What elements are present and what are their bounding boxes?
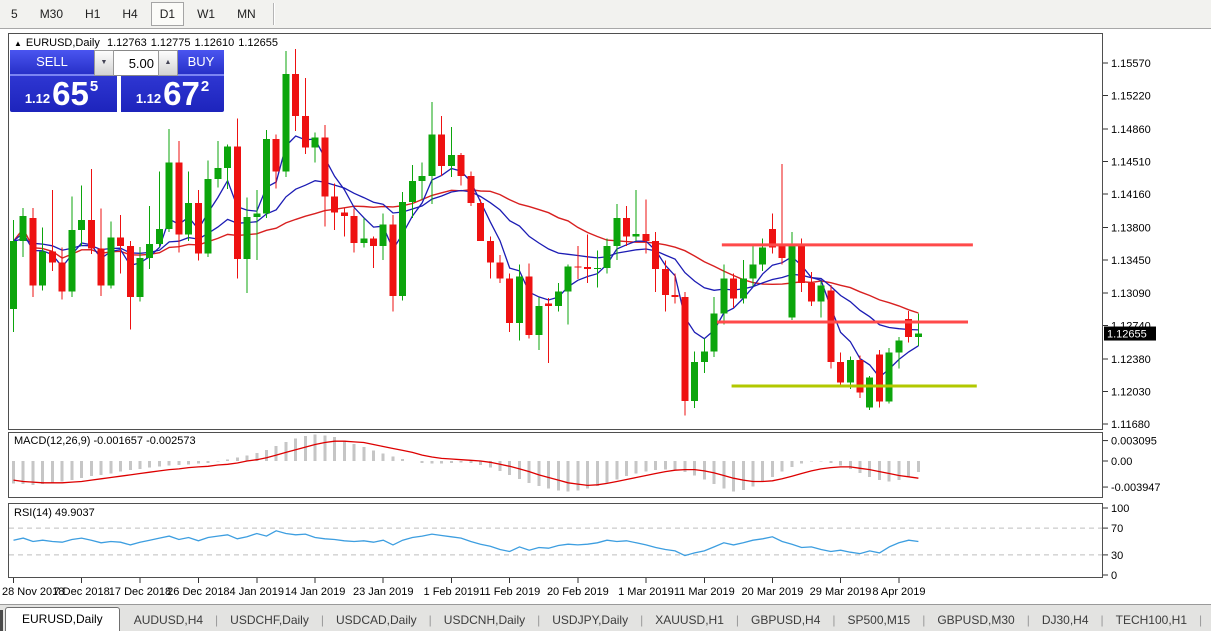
toolbar-separator <box>272 3 275 25</box>
date-axis-label: 4 Jan 2019 <box>230 586 284 598</box>
one-click-trade-panel: SELL ▼ ▲ BUY 1.12 65 5 1.12 67 2 <box>10 50 224 112</box>
price-axis-label: 1.13450 <box>1111 255 1151 267</box>
rsi-axis-label: 30 <box>1111 550 1123 562</box>
date-axis-label: 7 Dec 2018 <box>53 586 109 598</box>
date-axis-label: 11 Mar 2019 <box>674 586 735 598</box>
date-axis-label: 28 Nov 2018 <box>2 586 64 598</box>
tab-dj30-h4[interactable]: DJ30,H4 <box>1030 609 1101 631</box>
macd-axis-label: 0.003095 <box>1111 436 1157 448</box>
price-axis-label: 1.15570 <box>1111 58 1151 70</box>
price-axis-label: 1.12740 <box>1111 321 1151 333</box>
tab-stub <box>0 610 3 631</box>
tab-usdcad-daily[interactable]: USDCAD,Daily <box>324 609 429 631</box>
chevron-up-icon: ▲ <box>164 59 172 66</box>
ohlc-high: 1.12775 <box>150 37 191 49</box>
tab-gbpusd-h4[interactable]: GBPUSD,H4 <box>739 609 832 631</box>
chart-header: ▲ EURUSD,Daily 1.12763 1.12775 1.12610 1.126… <box>14 37 282 49</box>
price-axis-label: 1.14510 <box>1111 156 1151 168</box>
price-axis-label: 1.14160 <box>1111 189 1151 201</box>
price-axis-label: 1.14860 <box>1111 124 1151 136</box>
chevron-down-icon: ▼ <box>100 59 108 66</box>
price-axis-label: 1.13090 <box>1111 288 1151 300</box>
ask-pip-digit: 2 <box>200 78 210 95</box>
date-axis-label: 1 Feb 2019 <box>424 586 480 598</box>
tab-uko[interactable]: UKO <box>1202 609 1211 631</box>
symbol-triangle-icon: ▲ <box>14 39 22 48</box>
macd-axis-label: 0.00 <box>1111 456 1132 468</box>
price-axis-label: 1.15220 <box>1111 91 1151 103</box>
period-button-d1[interactable]: D1 <box>150 2 185 26</box>
sell-button[interactable]: SELL <box>10 50 94 76</box>
volume-decrease-button[interactable]: ▼ <box>94 50 114 76</box>
period-button-h1[interactable]: H1 <box>76 2 109 26</box>
date-axis-label: 11 Feb 2019 <box>479 586 540 598</box>
ask-price[interactable]: 1.12 67 2 <box>117 76 224 112</box>
current-price-label: 1.12655 <box>1107 329 1147 341</box>
macd-axis-label: -0.003947 <box>1111 482 1161 494</box>
bid-price[interactable]: 1.12 65 5 <box>10 76 113 112</box>
macd-pane[interactable] <box>8 432 1103 498</box>
date-axis-label: 14 Jan 2019 <box>285 586 346 598</box>
date-axis-label: 1 Mar 2019 <box>618 586 674 598</box>
period-button-5[interactable]: 5 <box>2 2 27 26</box>
ask-big-digits: 67 <box>163 75 200 112</box>
ohlc-low: 1.12610 <box>194 37 235 49</box>
bid-pip-digit: 5 <box>89 78 99 95</box>
buy-button[interactable]: BUY <box>178 50 224 76</box>
date-axis-label: 20 Mar 2019 <box>742 586 804 598</box>
period-button-w1[interactable]: W1 <box>188 2 224 26</box>
mt4-window: 5 M30 H1 H4 D1 W1 MN ▲ EURUSD,Daily 1.12763 1.12… <box>0 0 1211 631</box>
tab-usdjpy-daily[interactable]: USDJPY,Daily <box>540 609 640 631</box>
tab-usdcnh-daily[interactable]: USDCNH,Daily <box>432 609 537 631</box>
price-axis-label: 1.11680 <box>1111 419 1150 431</box>
bid-prefix: 1.12 <box>24 91 51 106</box>
rsi-axis-label: 70 <box>1111 523 1123 535</box>
period-button-h4[interactable]: H4 <box>113 2 146 26</box>
volume-input[interactable] <box>114 50 158 76</box>
date-axis-label: 20 Feb 2019 <box>547 586 609 598</box>
tab-xauusd-h1[interactable]: XAUUSD,H1 <box>643 609 736 631</box>
bid-big-digits: 65 <box>52 75 89 112</box>
volume-increase-button[interactable]: ▲ <box>158 50 178 76</box>
date-axis-label: 17 Dec 2018 <box>109 586 171 598</box>
ohlc-open: 1.12763 <box>106 37 147 49</box>
rsi-axis-label: 0 <box>1111 570 1117 582</box>
tab-eurusd-daily[interactable]: EURUSD,Daily <box>5 607 120 631</box>
tab-audusd-h4[interactable]: AUDUSD,H4 <box>122 609 215 631</box>
date-axis-label: 29 Mar 2019 <box>810 586 872 598</box>
price-axis-label: 1.13800 <box>1111 222 1151 234</box>
price-axis-label: 1.12380 <box>1111 354 1151 366</box>
tab-usdchf-daily[interactable]: USDCHF,Daily <box>218 609 321 631</box>
price-axis-label: 1.12030 <box>1111 387 1151 399</box>
ask-prefix: 1.12 <box>135 91 162 106</box>
chart-tab-bar: EURUSD,Daily AUDUSD,H4 | USDCHF,Daily | USDCA… <box>0 604 1211 631</box>
timeframe-toolbar: 5 M30 H1 H4 D1 W1 MN <box>0 0 1211 29</box>
date-axis-label: 26 Dec 2018 <box>167 586 229 598</box>
rsi-pane[interactable] <box>8 503 1103 578</box>
tab-gbpusd-m30[interactable]: GBPUSD,M30 <box>925 609 1026 631</box>
ohlc-close: 1.12655 <box>238 37 279 49</box>
date-axis-label: 23 Jan 2019 <box>353 586 414 598</box>
tab-sp500-m15[interactable]: SP500,M15 <box>836 609 923 631</box>
chart-symbol-label: EURUSD,Daily <box>25 37 100 49</box>
date-axis-label: 8 Apr 2019 <box>872 586 925 598</box>
period-button-mn[interactable]: MN <box>228 2 265 26</box>
rsi-axis-label: 100 <box>1111 503 1129 515</box>
tab-tech100-h1[interactable]: TECH100,H1 <box>1104 609 1199 631</box>
current-price-badge <box>1104 326 1156 341</box>
period-button-m30[interactable]: M30 <box>31 2 72 26</box>
